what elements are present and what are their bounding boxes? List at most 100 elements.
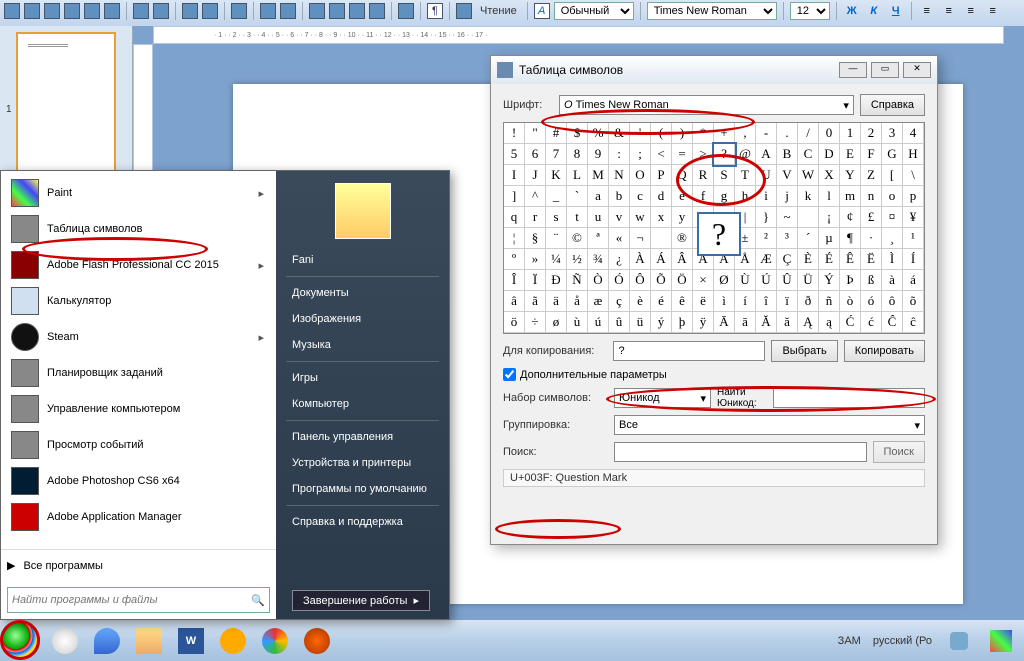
char-cell[interactable]: s bbox=[546, 207, 567, 228]
start-right-item[interactable]: Документы bbox=[276, 280, 449, 306]
tb-icon[interactable] bbox=[231, 3, 247, 19]
char-cell[interactable]: ­ bbox=[651, 228, 672, 249]
char-cell[interactable]: ò bbox=[840, 291, 861, 312]
char-cell[interactable]: = bbox=[672, 144, 693, 165]
search-input[interactable] bbox=[12, 594, 251, 606]
all-programs[interactable]: ▶ Все программы bbox=[1, 549, 276, 581]
unicode-input[interactable] bbox=[773, 388, 925, 408]
char-cell[interactable]: E bbox=[840, 144, 861, 165]
tb-icon[interactable] bbox=[44, 3, 60, 19]
start-right-item[interactable]: Панель управления bbox=[276, 424, 449, 450]
char-cell[interactable]: ú bbox=[588, 312, 609, 333]
char-cell[interactable]: ¤ bbox=[882, 207, 903, 228]
char-cell[interactable]: [ bbox=[882, 165, 903, 186]
char-cell[interactable]: l bbox=[819, 186, 840, 207]
char-cell[interactable]: ^ bbox=[525, 186, 546, 207]
char-cell[interactable]: P bbox=[651, 165, 672, 186]
start-right-item[interactable]: Программы по умолчанию bbox=[276, 476, 449, 502]
char-cell[interactable]: ð bbox=[798, 291, 819, 312]
char-cell[interactable]: Ì bbox=[882, 249, 903, 270]
char-cell[interactable] bbox=[798, 207, 819, 228]
char-cell[interactable]: ` bbox=[567, 186, 588, 207]
font-dropdown[interactable]: O Times New Roman bbox=[559, 95, 854, 115]
user-avatar[interactable] bbox=[335, 183, 391, 239]
char-cell[interactable]: _ bbox=[546, 186, 567, 207]
char-cell[interactable]: X bbox=[819, 165, 840, 186]
taskbar-firefox[interactable] bbox=[297, 624, 337, 658]
char-cell[interactable]: ë bbox=[693, 291, 714, 312]
char-cell[interactable]: & bbox=[609, 123, 630, 144]
char-cell[interactable]: è bbox=[630, 291, 651, 312]
char-cell[interactable]: ¬ bbox=[630, 228, 651, 249]
char-cell[interactable]: ¹ bbox=[903, 228, 924, 249]
taskbar-app[interactable] bbox=[213, 624, 253, 658]
char-cell[interactable]: @ bbox=[735, 144, 756, 165]
caps-indicator[interactable]: ЗАМ bbox=[832, 635, 867, 647]
char-cell[interactable]: Ć bbox=[840, 312, 861, 333]
minimize-button[interactable]: — bbox=[839, 62, 867, 78]
char-cell[interactable]: é bbox=[651, 291, 672, 312]
char-cell[interactable]: 3 bbox=[882, 123, 903, 144]
underline-button[interactable]: Ч bbox=[887, 2, 905, 20]
taskbar-chrome[interactable] bbox=[255, 624, 295, 658]
char-cell[interactable]: D bbox=[819, 144, 840, 165]
tb-icon[interactable] bbox=[398, 3, 414, 19]
char-cell[interactable]: ¶ bbox=[840, 228, 861, 249]
char-cell[interactable]: ¸ bbox=[882, 228, 903, 249]
char-cell[interactable]: ? bbox=[714, 144, 735, 165]
char-cell[interactable]: t bbox=[567, 207, 588, 228]
char-cell[interactable]: # bbox=[546, 123, 567, 144]
char-cell[interactable]: ÷ bbox=[525, 312, 546, 333]
tray-icon[interactable] bbox=[939, 624, 979, 658]
align-justify-button[interactable]: ≡ bbox=[984, 2, 1002, 20]
char-cell[interactable]: û bbox=[609, 312, 630, 333]
char-cell[interactable]: ã bbox=[525, 291, 546, 312]
char-cell[interactable]: Þ bbox=[840, 270, 861, 291]
char-cell[interactable]: + bbox=[714, 123, 735, 144]
char-cell[interactable]: o bbox=[882, 186, 903, 207]
style-select[interactable]: Обычный bbox=[554, 2, 634, 20]
char-cell[interactable]: Â bbox=[672, 249, 693, 270]
char-cell[interactable]: T bbox=[735, 165, 756, 186]
char-cell[interactable]: Ú bbox=[756, 270, 777, 291]
copy-button[interactable]: Копировать bbox=[844, 340, 925, 362]
char-cell[interactable]: Û bbox=[777, 270, 798, 291]
char-cell[interactable]: Ð bbox=[546, 270, 567, 291]
char-cell[interactable]: Q bbox=[672, 165, 693, 186]
maximize-button[interactable]: ▭ bbox=[871, 62, 899, 78]
char-cell[interactable]: O bbox=[630, 165, 651, 186]
taskbar-app[interactable] bbox=[129, 624, 169, 658]
tb-icon[interactable] bbox=[202, 3, 218, 19]
char-cell[interactable]: ā bbox=[735, 312, 756, 333]
char-cell[interactable]: 5 bbox=[504, 144, 525, 165]
char-cell[interactable]: c bbox=[630, 186, 651, 207]
char-cell[interactable]: Ø bbox=[714, 270, 735, 291]
taskbar-word[interactable]: W bbox=[171, 624, 211, 658]
char-cell[interactable]: Ù bbox=[735, 270, 756, 291]
start-search[interactable]: 🔍 bbox=[7, 587, 270, 613]
start-right-item[interactable]: Музыка bbox=[276, 332, 449, 358]
char-cell[interactable]: ~ bbox=[777, 207, 798, 228]
char-cell[interactable]: Ç bbox=[777, 249, 798, 270]
align-center-button[interactable]: ≡ bbox=[940, 2, 958, 20]
show-para-icon[interactable]: ¶ bbox=[427, 3, 443, 19]
help-button[interactable]: Справка bbox=[860, 94, 925, 116]
char-cell[interactable]: A bbox=[756, 144, 777, 165]
char-cell[interactable]: Ô bbox=[630, 270, 651, 291]
reading-label[interactable]: Чтение bbox=[476, 5, 521, 17]
char-cell[interactable]: b bbox=[609, 186, 630, 207]
language-indicator[interactable]: русский (Ро bbox=[867, 635, 938, 647]
char-cell[interactable]: > bbox=[693, 144, 714, 165]
char-cell[interactable]: ; bbox=[630, 144, 651, 165]
char-cell[interactable]: S bbox=[714, 165, 735, 186]
tb-icon[interactable] bbox=[84, 3, 100, 19]
char-cell[interactable]: ¥ bbox=[903, 207, 924, 228]
search-button[interactable]: Поиск bbox=[873, 441, 925, 463]
char-cell[interactable]: r bbox=[525, 207, 546, 228]
char-cell[interactable]: n bbox=[861, 186, 882, 207]
char-cell[interactable]: ( bbox=[651, 123, 672, 144]
char-cell[interactable]: U bbox=[756, 165, 777, 186]
char-cell[interactable]: B bbox=[777, 144, 798, 165]
char-cell[interactable]: 4 bbox=[903, 123, 924, 144]
align-left-button[interactable]: ≡ bbox=[918, 2, 936, 20]
